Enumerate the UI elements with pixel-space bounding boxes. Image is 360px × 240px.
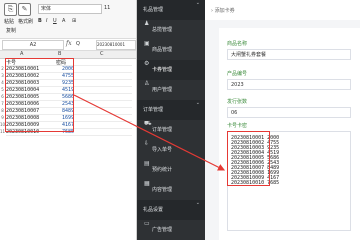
column-header-b[interactable]: B: [58, 51, 61, 57]
italic-icon[interactable]: I: [46, 18, 47, 24]
bold-icon[interactable]: B: [38, 18, 42, 24]
font-size-select[interactable]: 11: [104, 5, 110, 11]
main-content: 商品名称 大闸蟹礼券套餐 产品编号 2023 发行张数 06 卡号卡密 2023…: [205, 20, 360, 240]
gear-icon: ⚙: [144, 60, 150, 67]
sidebar-item-label: 订单管理: [143, 107, 164, 113]
chart-icon: ▤: [144, 160, 150, 167]
sidebar-item-label: 礼品管理: [143, 7, 164, 13]
users-icon: ♙: [144, 80, 150, 87]
format-painter-label: 格式刷: [18, 19, 34, 25]
product-name-input[interactable]: 大闸蟹礼券套餐: [227, 49, 351, 60]
font-name-select[interactable]: 宋体: [38, 4, 102, 14]
formula-input[interactable]: 20230810001: [96, 40, 136, 50]
sidebar-item-card[interactable]: ⚙ 卡券管理: [137, 60, 205, 80]
grid-icon: ▦: [144, 180, 150, 187]
add-card-form: 商品名称 大闸蟹礼券套餐 产品编号 2023 发行张数 06 卡号卡密 2023…: [219, 28, 360, 240]
format-painter-icon[interactable]: ✎: [18, 3, 31, 16]
column-header-c[interactable]: C: [100, 51, 104, 57]
breadcrumb-current[interactable]: 添加卡券: [215, 8, 235, 14]
sidebar-item-gift-settings[interactable]: 礼品设置 ⌄: [137, 200, 205, 220]
breadcrumb: › 添加卡券: [211, 8, 235, 14]
excel-window: ⎘ ✎ 粘贴 格式刷 复制 宋体 11 B I U A ⊞ A2 fx Q 20…: [0, 0, 137, 240]
sidebar-item-orders[interactable]: 订单管理 ⌄: [137, 100, 205, 120]
sidebar-item-label: 礼品设置: [143, 207, 164, 213]
sidebar-item-order-manage[interactable]: ⛟ 订单管理: [137, 120, 205, 140]
sidebar-item-stats[interactable]: ▤ 预约统计: [137, 160, 205, 180]
product-code-label: 产品编号: [227, 71, 248, 77]
product-name-label: 商品名称: [227, 41, 248, 47]
sidebar-item-label: 预约统计: [152, 167, 173, 173]
sidebar-item-gift-total[interactable]: ♟ 总揽管理: [137, 20, 205, 40]
issue-count-input[interactable]: 06: [227, 107, 351, 118]
sidebar-item-label: 商品管理: [152, 47, 173, 53]
chevron-down-icon: ⌄: [195, 100, 200, 106]
sidebar-item-label: 订单管理: [152, 127, 173, 133]
card-codes-label: 卡号卡密: [227, 123, 248, 129]
paste-highlight: [227, 131, 270, 186]
column-header-a[interactable]: A: [20, 51, 23, 57]
chevron-down-icon: ⌄: [195, 0, 200, 6]
sidebar-item-label: 用户管理: [152, 87, 173, 93]
sidebar-item-import[interactable]: ⇩ 导入单号: [137, 140, 205, 160]
user-icon: ♟: [144, 20, 150, 27]
sidebar-item-label: 内容管理: [152, 187, 173, 193]
chevron-down-icon: ⌄: [195, 200, 200, 206]
excel-ribbon: ⎘ ✎ 粘贴 格式刷 复制 宋体 11 B I U A ⊞: [0, 0, 136, 39]
excel-selection-highlight: [5, 58, 74, 132]
border-icon[interactable]: ⊞: [72, 18, 76, 24]
name-box[interactable]: A2: [2, 40, 64, 50]
paste-icon[interactable]: ⎘: [4, 3, 17, 16]
admin-sidebar: 礼品管理 ⌄ ♟ 总揽管理 ▣ 商品管理 ⚙ 卡券管理 ♙ 用户管理 订单管理 ⌄ ⛟ 订单管理 ⇩ 导入单号…: [137, 0, 205, 240]
sidebar-item-label: 广告管理: [152, 227, 173, 233]
issue-count-label: 发行张数: [227, 99, 248, 105]
function-icon[interactable]: fx: [66, 40, 72, 47]
font-color-icon[interactable]: A: [62, 18, 65, 24]
cart-icon: ⛟: [144, 120, 152, 127]
sidebar-item-label: 总揽管理: [152, 27, 173, 33]
sidebar-item-goods[interactable]: ▣ 商品管理: [137, 40, 205, 60]
formula-bar: A2 fx Q 20230810001: [0, 39, 136, 51]
copy-label[interactable]: 复制: [6, 27, 16, 34]
top-bar: › 添加卡券: [205, 0, 360, 21]
underline-icon[interactable]: U: [53, 18, 57, 24]
import-icon: ⇩: [144, 140, 150, 147]
sidebar-item-gift-manage[interactable]: 礼品管理 ⌄: [137, 0, 205, 20]
product-code-input[interactable]: 2023: [227, 79, 351, 90]
sidebar-item-label: 卡券管理: [152, 67, 173, 73]
zoom-icon[interactable]: Q: [76, 41, 80, 47]
bag-icon: ▣: [144, 40, 150, 47]
sidebar-item-label: 导入单号: [152, 147, 173, 153]
sidebar-item-users[interactable]: ♙ 用户管理: [137, 80, 205, 100]
paste-label: 粘贴: [4, 19, 15, 25]
sidebar-item-ads[interactable]: ▭ 广告管理: [137, 220, 205, 240]
sidebar-item-content[interactable]: ▦ 内容管理: [137, 180, 205, 200]
screen-icon: ▭: [144, 220, 150, 227]
